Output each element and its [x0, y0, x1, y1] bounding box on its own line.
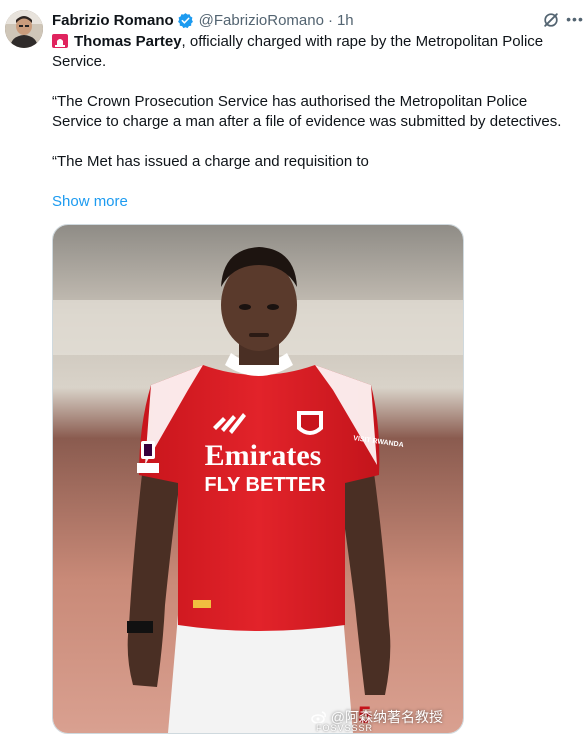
- author-name[interactable]: Fabrizio Romano: [52, 12, 174, 29]
- author-avatar[interactable]: [5, 10, 43, 48]
- siren-emoji-icon: [52, 34, 68, 48]
- tweet-text: Thomas Partey, officially charged with r…: [52, 32, 572, 192]
- header-separator: ·: [327, 11, 333, 29]
- tweet-paragraph-2: “The Crown Prosecution Service has autho…: [52, 93, 562, 130]
- grok-icon[interactable]: [541, 10, 561, 30]
- show-more-link[interactable]: Show more: [52, 192, 128, 212]
- author-handle[interactable]: @FabrizioRomano: [199, 12, 324, 29]
- more-dots-icon: •••: [566, 11, 584, 27]
- weibo-icon: [311, 711, 326, 724]
- tweet-media-image[interactable]: VISIT RWANDA Emirates FLY BETTER 5 @阿森纳著…: [52, 224, 464, 734]
- tweet-paragraph-1: Thomas Partey, officially charged with r…: [52, 32, 572, 72]
- shirt-sponsor-slogan: FLY BETTER: [204, 474, 326, 496]
- shirt-sponsor-text: Emirates: [205, 439, 322, 472]
- tweet-paragraph-3: “The Met has issued a charge and requisi…: [52, 153, 369, 170]
- tweet-timestamp[interactable]: 1h: [337, 12, 354, 29]
- watermark-subtext: FOSVSSSR: [315, 723, 373, 733]
- mention-name: Thomas Partey: [74, 33, 182, 50]
- tweet-header: Fabrizio Romano @FabrizioRomano · 1h: [52, 9, 571, 31]
- verified-badge-icon: [177, 12, 193, 28]
- more-options-button[interactable]: •••: [565, 9, 585, 29]
- player-photo: VISIT RWANDA Emirates FLY BETTER 5: [53, 225, 463, 733]
- avatar-photo: [5, 10, 43, 48]
